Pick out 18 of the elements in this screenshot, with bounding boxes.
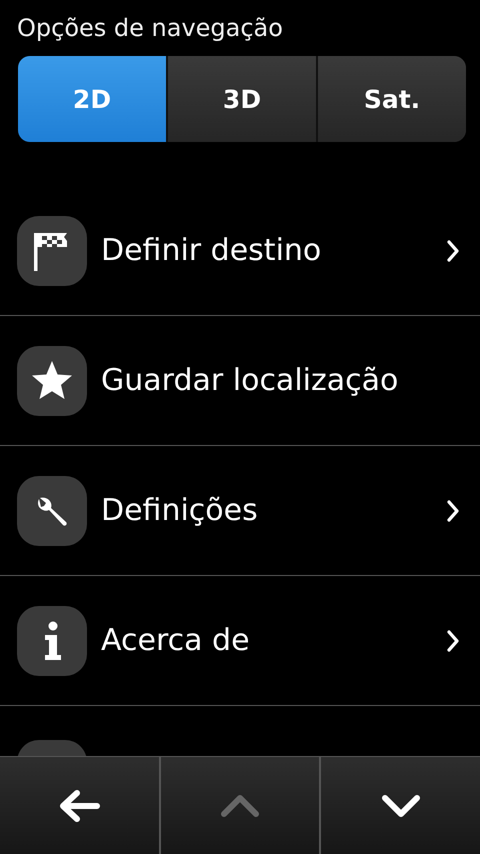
flag-icon xyxy=(17,216,87,286)
menu-item-label: Guardar localização xyxy=(101,363,400,398)
menu-item[interactable]: Guardar localização xyxy=(0,316,480,446)
down-button[interactable] xyxy=(319,757,480,854)
view-mode-tab[interactable]: Sat. xyxy=(316,56,466,142)
menu-item-label: Definições xyxy=(101,493,259,528)
menu-item-label: Acerca de xyxy=(101,623,251,658)
info-icon xyxy=(17,606,87,676)
back-arrow-icon xyxy=(57,788,102,824)
menu-item[interactable]: Definir destino xyxy=(0,186,480,316)
menu-item-label: Definir destino xyxy=(101,233,322,268)
view-mode-tab[interactable]: 3D xyxy=(166,56,316,142)
screen-title: Opções de navegação xyxy=(16,13,284,44)
menu-item[interactable]: Definições xyxy=(0,446,480,576)
menu-item[interactable]: Acerca de xyxy=(0,576,480,706)
wrench-icon xyxy=(17,476,87,546)
back-button[interactable] xyxy=(0,757,159,854)
view-mode-tab[interactable]: 2D xyxy=(18,56,166,142)
